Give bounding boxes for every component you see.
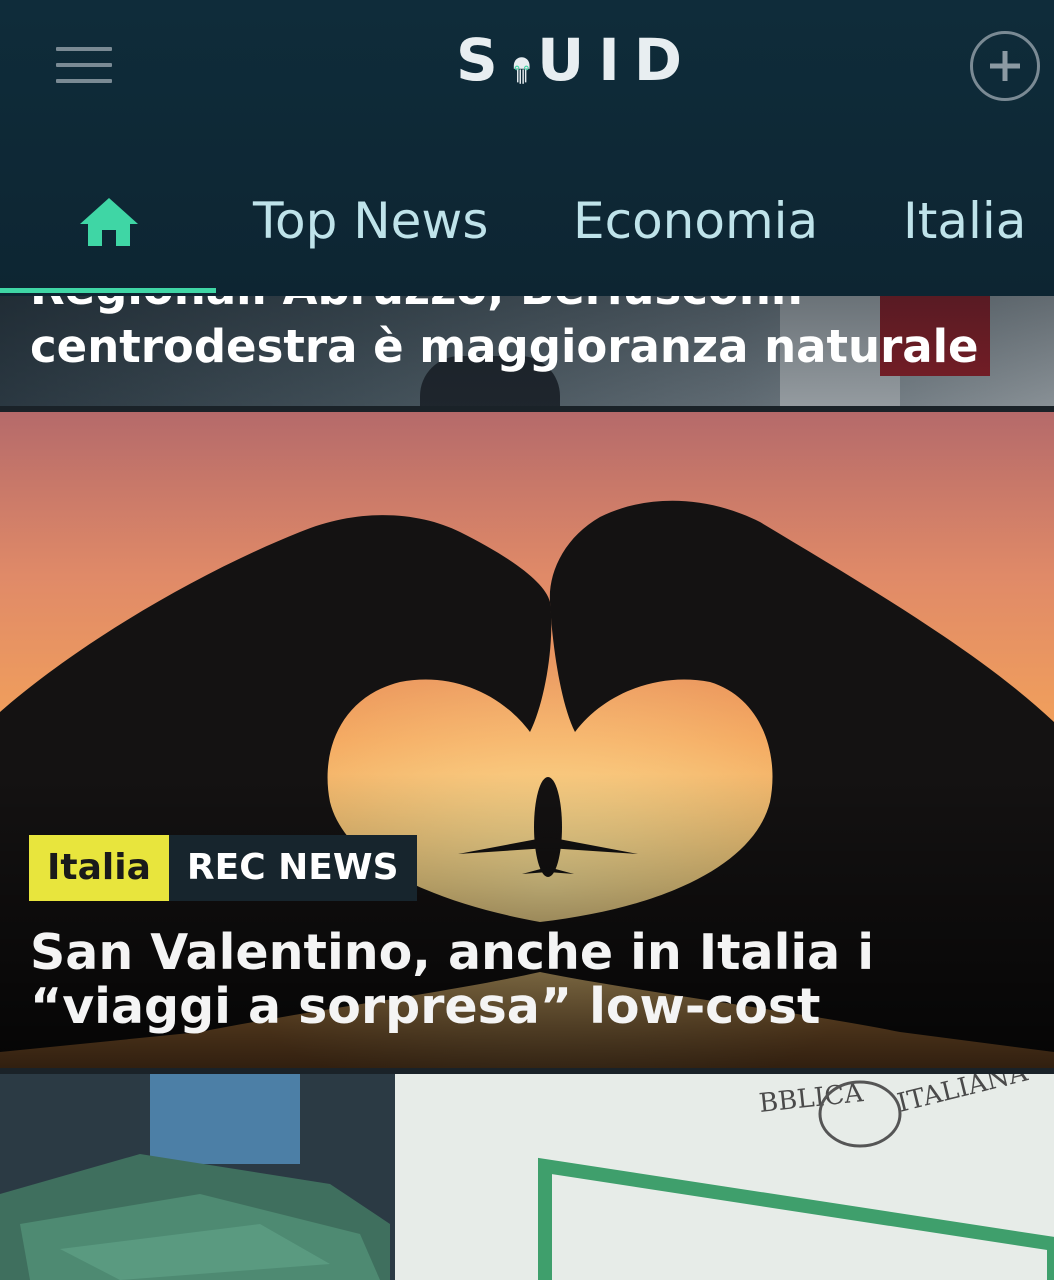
news-card[interactable]: BBLICA ITALIANA xyxy=(0,1074,1054,1280)
ballot-box-image: BBLICA ITALIANA xyxy=(0,1074,1054,1280)
app-header: S UID Top News Economia Italia xyxy=(0,0,1054,296)
news-card-title: centrodestra è maggioranza naturale xyxy=(30,320,979,373)
news-card-title: Regionali Abruzzo, Berlusconi: xyxy=(30,296,804,315)
menu-button[interactable] xyxy=(56,47,112,87)
logo-letter-s: S xyxy=(456,26,512,94)
plus-icon xyxy=(990,51,1020,81)
home-icon[interactable] xyxy=(78,196,140,248)
tab-economia[interactable]: Economia xyxy=(573,192,818,250)
add-button[interactable] xyxy=(970,31,1040,101)
hamburger-menu-icon xyxy=(56,47,112,51)
tab-top-news[interactable]: Top News xyxy=(253,192,488,250)
logo-letters-uid: UID xyxy=(537,26,696,94)
tab-italia[interactable]: Italia xyxy=(903,192,1026,250)
featured-article-title: San Valentino, anche in Italia i “viaggi… xyxy=(30,924,875,1035)
article-tags: Italia REC NEWS xyxy=(29,835,417,901)
squid-mascot-icon xyxy=(513,57,530,84)
source-badge: REC NEWS xyxy=(168,835,417,901)
category-tabs: Top News Economia Italia xyxy=(0,180,1054,280)
squid-logo: S UID xyxy=(456,22,696,114)
active-tab-indicator xyxy=(0,288,216,293)
news-card[interactable]: Regionali Abruzzo, Berlusconi: centrodes… xyxy=(0,296,1054,408)
category-badge[interactable]: Italia xyxy=(29,835,169,901)
